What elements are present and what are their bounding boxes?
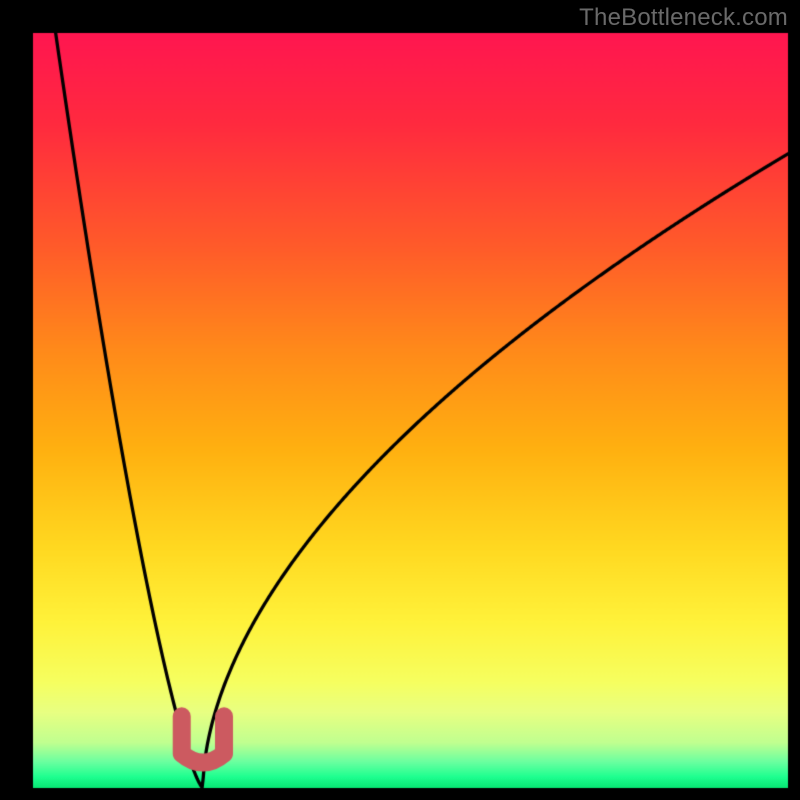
- bottleneck-curve-chart: [0, 0, 800, 800]
- watermark-label: TheBottleneck.com: [579, 4, 788, 32]
